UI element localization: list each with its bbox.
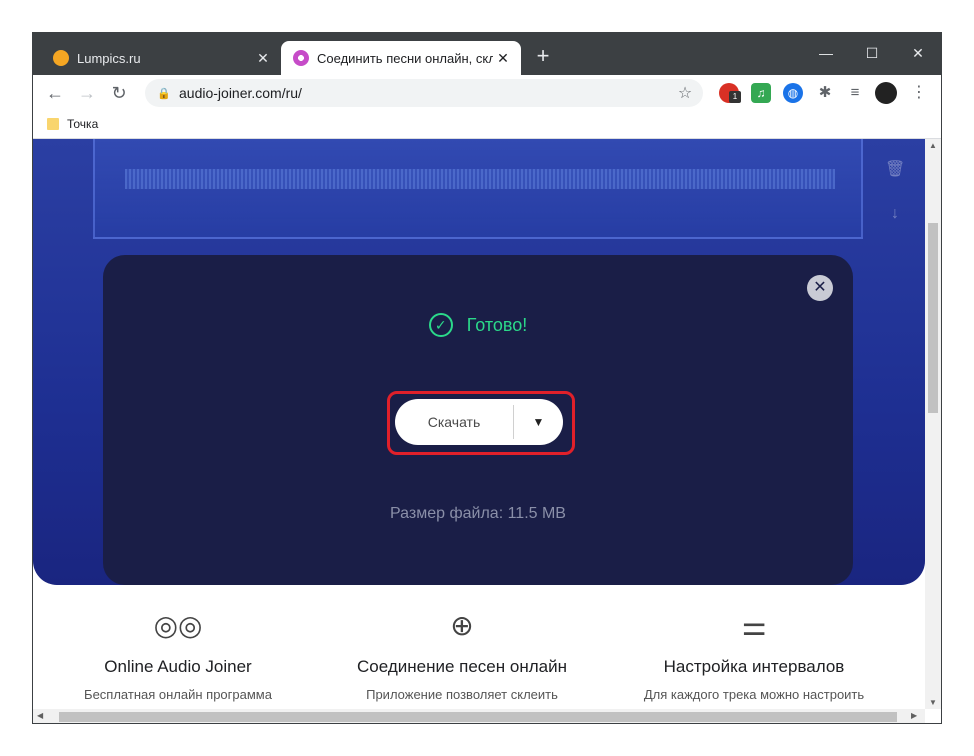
bookmark-label: Точка bbox=[67, 117, 99, 131]
feature-title: Online Audio Joiner bbox=[104, 657, 252, 676]
sliders-icon: ⚌ bbox=[741, 610, 767, 641]
title-bar: Lumpics.ru ✕ Соединить песни онлайн, скл… bbox=[33, 33, 941, 75]
vertical-scrollbar[interactable]: ▲ ▼ bbox=[925, 139, 941, 709]
address-bar[interactable]: 🔒 audio-joiner.com/ru/ ☆ bbox=[145, 79, 703, 107]
feature-description: Для каждого трека можно настроить bbox=[643, 687, 865, 702]
status-message: ✓ Готово! bbox=[103, 313, 853, 337]
trash-icon[interactable]: 🗑 bbox=[885, 159, 905, 179]
extension-badge: 1 bbox=[729, 91, 741, 103]
profile-avatar[interactable] bbox=[875, 82, 897, 104]
tab-title: Соединить песни онлайн, скле bbox=[317, 50, 493, 66]
lock-icon: 🔒 bbox=[157, 87, 171, 100]
maximize-button[interactable]: ☐ bbox=[849, 39, 895, 67]
new-tab-button[interactable]: + bbox=[531, 45, 555, 69]
feature-description: Приложение позволяет склеить bbox=[366, 687, 558, 702]
close-window-button[interactable]: ✕ bbox=[895, 39, 941, 67]
tab-audio-joiner[interactable]: Соединить песни онлайн, скле ✕ bbox=[281, 41, 521, 75]
bookmarks-bar: Точка bbox=[33, 111, 941, 139]
forward-button[interactable]: → bbox=[75, 81, 99, 105]
scroll-up-icon[interactable]: ▲ bbox=[925, 141, 941, 150]
feature-online-audio-joiner: ◎◎ Online Audio Joiner Бесплатная онлайн… bbox=[43, 609, 313, 702]
vinyl-records-icon: ◎◎ bbox=[153, 610, 203, 641]
extension-opera-icon[interactable]: 1 bbox=[719, 83, 741, 103]
media-queue-icon[interactable]: ≡ bbox=[845, 83, 865, 103]
modal-close-button[interactable]: ✕ bbox=[807, 275, 833, 301]
extensions-puzzle-icon[interactable]: ✱ bbox=[815, 83, 835, 103]
tab-close-icon[interactable]: ✕ bbox=[253, 50, 273, 67]
bookmark-tochka[interactable]: Точка bbox=[47, 117, 98, 131]
extension-globe-icon[interactable]: ◍ bbox=[783, 83, 803, 103]
globe-icon: ⊕ bbox=[450, 610, 474, 641]
feature-intervals: ⚌ Настройка интервалов Для каждого трека… bbox=[619, 609, 889, 702]
download-modal: ✕ ✓ Готово! Скачать ▼ Размер файла: 11.5… bbox=[103, 255, 853, 585]
browser-window: Lumpics.ru ✕ Соединить песни онлайн, скл… bbox=[32, 32, 942, 724]
download-split-button: Скачать ▼ bbox=[395, 399, 563, 445]
feature-title: Соединение песен онлайн bbox=[357, 657, 567, 676]
scroll-thumb[interactable] bbox=[59, 712, 897, 722]
status-text: Готово! bbox=[466, 314, 528, 335]
scroll-down-icon[interactable]: ▼ bbox=[925, 698, 941, 707]
minimize-button[interactable]: — bbox=[803, 39, 849, 67]
scroll-left-icon[interactable]: ◀ bbox=[37, 711, 43, 720]
bookmark-star-icon[interactable]: ☆ bbox=[673, 83, 697, 103]
reload-button[interactable]: ↻ bbox=[107, 81, 131, 105]
scroll-thumb[interactable] bbox=[928, 223, 938, 413]
check-circle-icon: ✓ bbox=[428, 313, 453, 337]
chevron-down-icon[interactable]: ▼ bbox=[514, 415, 563, 429]
waveform bbox=[125, 169, 835, 189]
horizontal-scrollbar[interactable]: ◀ ▶ bbox=[33, 709, 925, 723]
tab-title: Lumpics.ru bbox=[77, 50, 141, 66]
feature-join-songs: ⊕ Соединение песен онлайн Приложение поз… bbox=[327, 609, 597, 702]
url-text[interactable]: audio-joiner.com/ru/ bbox=[179, 85, 673, 101]
tab-close-icon[interactable]: ✕ bbox=[493, 50, 513, 67]
toolbar: ← → ↻ 🔒 audio-joiner.com/ru/ ☆ 1 ♫ ◍ ✱ ≡… bbox=[33, 75, 941, 111]
lumpics-favicon-icon bbox=[53, 50, 69, 66]
waveform-track[interactable] bbox=[93, 139, 863, 239]
file-size-text: Размер файла: 11.5 MB bbox=[390, 505, 566, 522]
page-viewport: 🗑 ↓ ✕ ✓ Готово! Скачать ▼ Размер файла: … bbox=[33, 139, 925, 709]
feature-description: Бесплатная онлайн программа bbox=[84, 687, 272, 702]
scroll-right-icon[interactable]: ▶ bbox=[911, 711, 917, 720]
arrow-down-icon[interactable]: ↓ bbox=[885, 205, 905, 225]
tab-lumpics[interactable]: Lumpics.ru ✕ bbox=[41, 41, 281, 75]
download-button[interactable]: Скачать bbox=[395, 414, 513, 430]
feature-title: Настройка интервалов bbox=[663, 657, 845, 676]
extension-music-icon[interactable]: ♫ bbox=[751, 83, 771, 103]
folder-icon bbox=[47, 118, 59, 130]
menu-dots-icon[interactable]: ⋮ bbox=[909, 83, 929, 103]
audio-joiner-favicon-icon bbox=[293, 50, 309, 66]
back-button[interactable]: ← bbox=[43, 81, 67, 105]
